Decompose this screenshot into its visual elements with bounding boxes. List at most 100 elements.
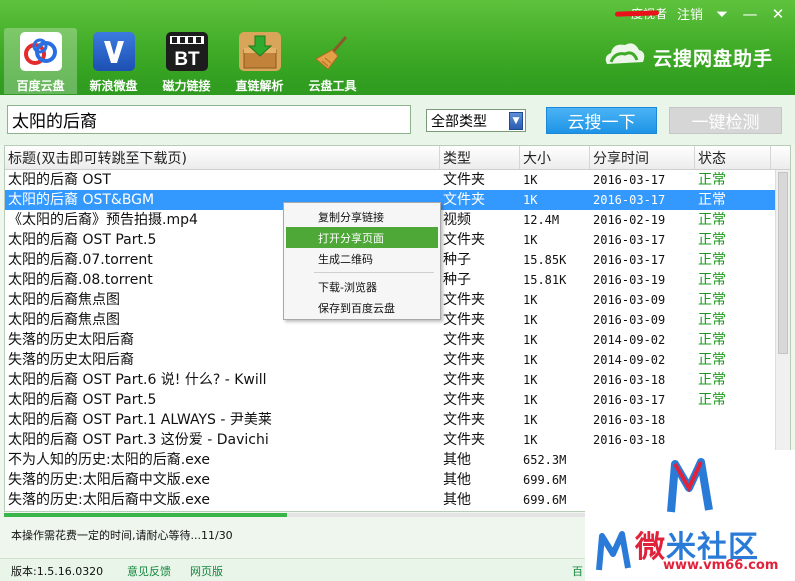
row-type: 文件夹 bbox=[443, 392, 485, 408]
row-date: 2016-03-19 bbox=[593, 273, 666, 287]
tool-label: 百度云盘 bbox=[16, 79, 65, 93]
row-type: 文件夹 bbox=[443, 232, 485, 248]
row-status: 正常 bbox=[698, 332, 726, 348]
row-date: 2016-03-18 bbox=[593, 373, 666, 387]
status-message: 本操作需花费一定的时间,请耐心等待...11/30 bbox=[11, 529, 233, 542]
row-type: 文件夹 bbox=[443, 312, 485, 328]
menu-copy-share-link[interactable]: 复制分享链接 bbox=[286, 206, 438, 227]
footer-truncated-text: 百 bbox=[572, 565, 583, 578]
menu-save-to-baidu[interactable]: 保存到百度云盘 bbox=[286, 297, 438, 318]
row-status: 正常 bbox=[698, 192, 726, 208]
row-size: 1K bbox=[523, 173, 538, 187]
header-type[interactable]: 类型 bbox=[440, 146, 520, 169]
row-status bbox=[695, 430, 771, 450]
row-status: 正常 bbox=[698, 372, 726, 388]
table-row[interactable]: 太阳的后裔 OST Part.1 ALWAYS - 尹美莱 文件夹 1K 2016-0… bbox=[5, 410, 790, 430]
row-status: 正常 bbox=[698, 292, 726, 308]
row-type: 文件夹 bbox=[443, 352, 485, 368]
tool-label: 云盘工具 bbox=[308, 79, 357, 93]
type-select[interactable]: 全部类型 ▼ bbox=[426, 109, 526, 132]
row-type: 文件夹 bbox=[443, 192, 485, 208]
main-toolbar: 百度云盘 新浪微盘 BT 磁力链接 直链解析 云盘工具 bbox=[4, 28, 369, 94]
row-status: 正常 bbox=[698, 172, 726, 188]
menu-open-share-page[interactable]: 打开分享页面 bbox=[286, 227, 438, 248]
search-bar: 全部类型 ▼ 云搜一下 一键检测 bbox=[0, 95, 795, 145]
row-status: 正常 bbox=[698, 352, 726, 368]
search-button[interactable]: 云搜一下 bbox=[546, 107, 657, 134]
menu-generate-qrcode[interactable]: 生成二维码 bbox=[286, 248, 438, 269]
row-date: 2016-03-18 bbox=[593, 413, 666, 427]
row-date: 2016-02-19 bbox=[593, 213, 666, 227]
menu-download-browser[interactable]: 下载-浏览器 bbox=[286, 276, 438, 297]
menu-dropdown-icon[interactable]: ⏷ bbox=[713, 5, 731, 23]
row-size: 1K bbox=[523, 293, 538, 307]
tool-direct-link[interactable]: 直链解析 bbox=[223, 28, 296, 94]
row-type: 文件夹 bbox=[443, 372, 485, 388]
row-date: 2016-03-17 bbox=[593, 193, 666, 207]
header-status[interactable]: 状态 bbox=[695, 146, 771, 169]
web-version-link[interactable]: 网页版 bbox=[190, 563, 223, 579]
tool-label: 磁力链接 bbox=[162, 79, 211, 93]
table-row[interactable]: 太阳的后裔 OST Part.6 说! 什么? - Kwill 文件夹 1K 2016… bbox=[5, 370, 790, 390]
table-row[interactable]: 失落的历史太阳后裔 文件夹 1K 2014-09-02 正常 bbox=[5, 330, 790, 350]
row-status: 正常 bbox=[698, 252, 726, 268]
row-type: 文件夹 bbox=[443, 292, 485, 308]
row-date: 2016-03-17 bbox=[593, 173, 666, 187]
tool-baidu-cloud[interactable]: 百度云盘 bbox=[4, 28, 77, 94]
row-size: 1K bbox=[523, 413, 538, 427]
row-date: 2014-09-02 bbox=[593, 353, 666, 367]
download-box-icon bbox=[238, 32, 281, 71]
header-title[interactable]: 标题(双击即可转跳至下载页) bbox=[5, 146, 440, 169]
row-type: 文件夹 bbox=[443, 412, 485, 428]
table-row[interactable]: 太阳的后裔 OST Part.3 这份爱 - Davichi 文件夹 1K 2016-… bbox=[5, 430, 790, 450]
table-row[interactable]: 太阳的后裔 OST Part.5 文件夹 1K 2016-03-17 正常 bbox=[5, 390, 790, 410]
logout-link[interactable]: 注销 bbox=[677, 4, 703, 23]
header-bar: 一度视者 注销 ⏷ — ✕ 百度云盘 新浪微盘 BT 磁力链接 直链解析 云盘工… bbox=[0, 0, 795, 95]
table-row[interactable]: 失落的历史太阳后裔 文件夹 1K 2014-09-02 正常 bbox=[5, 350, 790, 370]
row-status bbox=[695, 410, 771, 430]
row-type: 其他 bbox=[443, 452, 471, 468]
row-size: 1K bbox=[523, 233, 538, 247]
row-status: 正常 bbox=[698, 312, 726, 328]
row-type: 其他 bbox=[443, 492, 471, 508]
watermark-red: 微 bbox=[635, 530, 666, 565]
row-status: 正常 bbox=[698, 212, 726, 228]
row-status: 正常 bbox=[698, 392, 726, 408]
header-size[interactable]: 大小 bbox=[520, 146, 590, 169]
row-size: 652.3M bbox=[523, 453, 567, 467]
context-menu: 复制分享链接 打开分享页面 生成二维码 下载-浏览器 保存到百度云盘 bbox=[283, 202, 441, 320]
tool-cloud-tools[interactable]: 云盘工具 bbox=[296, 28, 369, 94]
row-date: 2016-03-09 bbox=[593, 293, 666, 307]
row-title: 太阳的后裔 OST bbox=[8, 172, 111, 188]
watermark-url: www.vm66.com bbox=[663, 558, 779, 573]
scrollbar-thumb[interactable] bbox=[778, 172, 788, 354]
titlebar-controls: 一度视者 注销 ⏷ — ✕ bbox=[619, 4, 787, 24]
row-size: 1K bbox=[523, 393, 538, 407]
header-date[interactable]: 分享时间 bbox=[590, 146, 695, 169]
row-size: 12.4M bbox=[523, 213, 560, 227]
row-type: 文件夹 bbox=[443, 432, 485, 448]
check-button[interactable]: 一键检测 bbox=[669, 107, 782, 134]
close-button[interactable]: ✕ bbox=[769, 5, 787, 23]
vm-logo-icon bbox=[665, 454, 717, 520]
feedback-link[interactable]: 意见反馈 bbox=[127, 563, 171, 579]
sina-v-icon bbox=[92, 32, 135, 71]
tool-sina[interactable]: 新浪微盘 bbox=[77, 28, 150, 94]
row-size: 1K bbox=[523, 353, 538, 367]
row-date: 2014-09-02 bbox=[593, 333, 666, 347]
search-input[interactable] bbox=[7, 105, 411, 134]
tool-label: 新浪微盘 bbox=[89, 79, 138, 93]
cloud-logo-icon bbox=[601, 38, 647, 76]
svg-text:BT: BT bbox=[174, 49, 200, 70]
row-size: 1K bbox=[523, 333, 538, 347]
tool-magnet[interactable]: BT 磁力链接 bbox=[150, 28, 223, 94]
row-size: 699.6M bbox=[523, 473, 567, 487]
table-header: 标题(双击即可转跳至下载页) 类型 大小 分享时间 状态 bbox=[5, 146, 790, 170]
table-row[interactable]: 太阳的后裔 OST 文件夹 1K 2016-03-17 正常 bbox=[5, 170, 790, 190]
row-title: 失落的历史太阳后裔 bbox=[8, 352, 134, 368]
row-size: 15.85K bbox=[523, 253, 567, 267]
chevron-down-icon[interactable]: ▼ bbox=[509, 112, 523, 130]
row-type: 种子 bbox=[443, 272, 471, 288]
user-name[interactable]: 一度视者 bbox=[619, 5, 667, 22]
minimize-button[interactable]: — bbox=[741, 5, 759, 23]
